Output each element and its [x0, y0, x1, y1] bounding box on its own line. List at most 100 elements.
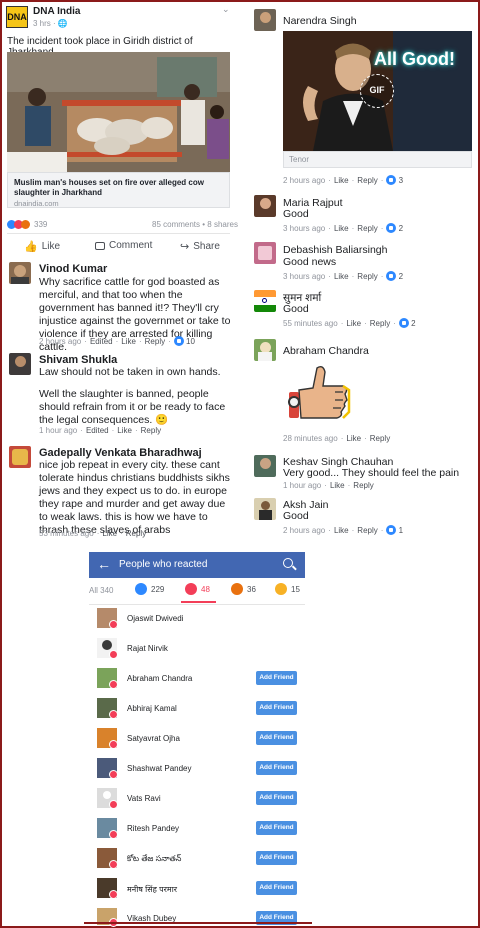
- add-friend-button[interactable]: Add Friend: [256, 701, 297, 715]
- person-name[interactable]: Abraham Chandra: [127, 674, 192, 683]
- add-friend-button[interactable]: Add Friend: [256, 671, 297, 685]
- person-name[interactable]: Ritesh Pandey: [127, 824, 179, 833]
- share-button[interactable]: ↪ Share: [180, 240, 220, 253]
- commenter-name[interactable]: Abraham Chandra: [283, 345, 369, 357]
- comment-like-link[interactable]: Like: [121, 337, 136, 346]
- comment-meta: 55 minutes ago · Like · Reply · 2: [283, 318, 416, 328]
- add-friend-button[interactable]: Add Friend: [256, 881, 297, 895]
- reactions-title: People who reacted: [119, 559, 208, 570]
- avatar[interactable]: [97, 788, 118, 809]
- comment-like-link[interactable]: Like: [346, 319, 361, 328]
- avatar[interactable]: [97, 758, 118, 779]
- comment-like-link[interactable]: Like: [334, 272, 349, 281]
- person-name[interactable]: Abhiraj Kamal: [127, 704, 177, 713]
- love-reaction-icon: [109, 680, 118, 689]
- avatar[interactable]: [254, 195, 276, 217]
- comment-reply-link[interactable]: Reply: [370, 434, 390, 443]
- like-count[interactable]: 2: [411, 319, 415, 328]
- avatar[interactable]: [254, 9, 276, 31]
- like-count[interactable]: 2: [399, 224, 403, 233]
- comment-reply-link[interactable]: Reply: [141, 426, 161, 435]
- love-reaction-icon: [109, 890, 118, 899]
- avatar[interactable]: [97, 818, 118, 839]
- comment-like-link[interactable]: Like: [334, 176, 349, 185]
- comments-shares-count[interactable]: 85 comments • 8 shares: [152, 220, 238, 229]
- commenter-name[interactable]: Shivam Shukla: [39, 354, 117, 366]
- comment-like-link[interactable]: Like: [102, 529, 117, 538]
- edited-link[interactable]: Edited: [90, 337, 113, 346]
- like-count[interactable]: 3: [399, 176, 403, 185]
- avatar[interactable]: [254, 455, 276, 477]
- post-image[interactable]: [7, 52, 230, 172]
- avatar[interactable]: [9, 262, 31, 284]
- add-friend-button[interactable]: Add Friend: [256, 761, 297, 775]
- chevron-down-icon[interactable]: ⌄: [222, 4, 230, 15]
- tab-haha[interactable]: 15: [275, 583, 300, 595]
- avatar[interactable]: [9, 353, 31, 375]
- like-count[interactable]: 10: [186, 337, 195, 346]
- comment-reply-link[interactable]: Reply: [357, 526, 377, 535]
- person-name[interactable]: Shashwat Pandey: [127, 764, 192, 773]
- commenter-name[interactable]: Vinod Kumar: [39, 263, 107, 275]
- page-logo[interactable]: DNA: [6, 6, 28, 28]
- avatar[interactable]: [254, 498, 276, 520]
- comment-reply-link[interactable]: Reply: [357, 176, 377, 185]
- comment-like-link[interactable]: Like: [330, 481, 345, 490]
- add-friend-button[interactable]: Add Friend: [256, 791, 297, 805]
- back-arrow-icon[interactable]: ←: [97, 556, 111, 572]
- commenter-name[interactable]: Narendra Singh: [283, 15, 357, 27]
- avatar[interactable]: [97, 848, 118, 869]
- edited-link[interactable]: Edited: [86, 426, 109, 435]
- gif-badge[interactable]: GIF: [360, 74, 394, 108]
- avatar[interactable]: [254, 339, 276, 361]
- link-domain: dnaindia.com: [14, 199, 59, 208]
- like-button[interactable]: 👍 Like: [24, 240, 60, 253]
- like-count[interactable]: 2: [399, 272, 403, 281]
- comment-reply-link[interactable]: Reply: [357, 272, 377, 281]
- person-name[interactable]: Rajat Nirvik: [127, 644, 168, 653]
- comment-like-link[interactable]: Like: [117, 426, 132, 435]
- tab-like[interactable]: 229: [135, 583, 164, 595]
- person-name[interactable]: కోట తేజ సనాతన్: [127, 854, 181, 865]
- person-name[interactable]: Satyavrat Ojha: [127, 734, 180, 743]
- comment-reply-link[interactable]: Reply: [353, 481, 373, 490]
- add-friend-button[interactable]: Add Friend: [256, 731, 297, 745]
- add-friend-button[interactable]: Add Friend: [256, 821, 297, 835]
- add-friend-button[interactable]: Add Friend: [256, 851, 297, 865]
- flag-avatar[interactable]: [254, 290, 276, 312]
- search-icon[interactable]: [283, 558, 297, 571]
- link-preview[interactable]: Muslim man's houses set on fire over all…: [7, 172, 230, 208]
- page-name[interactable]: DNA India: [33, 6, 80, 17]
- comment-bubble-icon: [95, 241, 105, 250]
- comment-like-link[interactable]: Like: [346, 434, 361, 443]
- comment-button[interactable]: Comment: [95, 240, 152, 251]
- avatar[interactable]: [97, 638, 118, 659]
- comment-like-link[interactable]: Like: [334, 224, 349, 233]
- person-name[interactable]: मनीष सिंह परमार: [127, 884, 177, 895]
- gif-image[interactable]: All Good! GIF: [283, 31, 472, 151]
- avatar[interactable]: [97, 878, 118, 899]
- person-name[interactable]: Ojaswit Dwivedi: [127, 614, 183, 623]
- comment-reply-link[interactable]: Reply: [370, 319, 390, 328]
- commenter-name[interactable]: Gadepally Venkata Bharadhwaj: [39, 447, 202, 459]
- comment-reply-link[interactable]: Reply: [126, 529, 146, 538]
- like-count[interactable]: 1: [399, 526, 403, 535]
- avatar[interactable]: [97, 668, 118, 689]
- comment-text: Very good... They should feel the pain: [283, 467, 460, 479]
- tab-love[interactable]: 48: [185, 583, 210, 595]
- commenter-name[interactable]: Debashish Baliarsingh: [283, 244, 387, 256]
- comment-reply-link[interactable]: Reply: [145, 337, 165, 346]
- like-count-icon: [386, 175, 397, 185]
- avatar[interactable]: [97, 698, 118, 719]
- avatar[interactable]: [9, 446, 31, 468]
- comment-reply-link[interactable]: Reply: [357, 224, 377, 233]
- avatar[interactable]: [97, 608, 118, 629]
- avatar[interactable]: [254, 242, 276, 264]
- tab-angry[interactable]: 36: [231, 583, 256, 595]
- person-name[interactable]: Vats Ravi: [127, 794, 161, 803]
- tab-all[interactable]: All 340: [89, 586, 113, 595]
- comment-like-link[interactable]: Like: [334, 526, 349, 535]
- reaction-summary[interactable]: 339: [7, 220, 47, 229]
- avatar[interactable]: [97, 728, 118, 749]
- thumbs-up-sticker[interactable]: [283, 362, 353, 424]
